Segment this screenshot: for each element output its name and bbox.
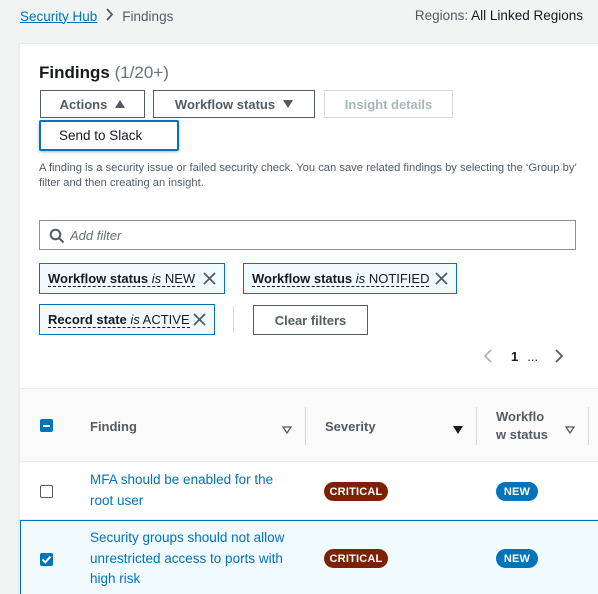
caret-down-icon [283,100,294,108]
filter-search[interactable] [39,220,576,250]
filter-token-text: Workflow status is NEW [48,270,196,287]
sort-icon[interactable] [281,422,293,435]
breadcrumb-current: Findings [122,8,174,24]
regions-value: All Linked Regions [471,8,583,23]
insight-details-button-label: Insight details [344,96,433,112]
regions-label: Regions: [414,8,469,23]
filter-token-text: Workflow status is NOTIFIED [252,270,430,287]
table-header: Finding Severity Workflo w status [20,388,598,462]
caret-up-icon [115,100,126,108]
actions-dropdown-menu: Send to Slack [39,120,179,151]
pagination: 1 ... [482,346,565,366]
filter-token-text: Record state is ACTIVE [48,312,190,328]
workflow-status-button[interactable]: Workflow status [153,90,315,118]
column-separator [476,407,477,445]
clear-filters-button[interactable]: Clear filters [253,305,368,335]
status-badge: NEW [496,549,538,568]
filter-key: Workflow status [48,270,149,286]
actions-button[interactable]: Actions [40,90,145,118]
filter-operator: is [130,311,140,327]
filter-operator: is [355,270,366,286]
finding-link[interactable]: Security groups should not allow unrestr… [90,528,290,590]
search-icon [49,228,65,244]
insight-details-button[interactable]: Insight details [324,90,453,118]
close-icon[interactable] [193,313,206,326]
findings-description: A finding is a security issue or failed … [39,162,577,189]
filter-divider [233,306,234,333]
page-title-text: Findings [39,63,110,82]
close-icon[interactable] [435,272,448,285]
chevron-left-icon[interactable] [482,349,494,363]
top-bar: Security Hub Findings Regions: All Linke… [0,0,598,36]
filter-value: NOTIFIED [368,270,430,286]
page-ellipsis: ... [527,348,539,364]
filter-token-workflow-new: Workflow status is NEW [39,263,225,294]
filter-token-record-active: Record state is ACTIVE [39,304,215,335]
column-separator [588,407,589,445]
findings-table: Finding Severity Workflo w status MFA sh… [20,388,598,594]
column-label: Workflo w status [496,409,549,442]
sort-icon[interactable] [564,422,576,435]
chevron-right-icon[interactable] [553,349,565,363]
table-row[interactable]: MFA should be enabled for the root user … [20,462,598,520]
breadcrumb-security-hub-link[interactable]: Security Hub [20,9,97,24]
actions-button-label: Actions [59,96,108,112]
finding-link[interactable]: MFA should be enabled for the root user [90,470,290,511]
filter-key: Workflow status [252,270,353,286]
sort-icon[interactable] [453,422,463,434]
close-icon[interactable] [203,272,216,285]
column-header-finding[interactable]: Finding [90,389,137,463]
filter-value: NEW [164,270,196,286]
row-checkbox[interactable] [40,553,53,566]
row-checkbox[interactable] [40,485,53,498]
select-all-checkbox[interactable] [40,419,53,432]
menu-item-send-to-slack[interactable]: Send to Slack [59,128,142,143]
page-title: Findings (1/20+) [39,63,169,83]
findings-panel: Findings (1/20+) Actions Workflow status… [19,43,598,594]
clear-filters-label: Clear filters [274,312,347,328]
filter-token-workflow-notified: Workflow status is NOTIFIED [243,263,457,294]
filter-value: ACTIVE [142,311,190,327]
breadcrumb: Security Hub Findings [20,8,173,24]
filter-operator: is [151,270,162,286]
column-separator [305,407,306,445]
column-header-severity[interactable]: Severity [325,389,376,463]
column-header-workflow-status[interactable]: Workflo w status [496,389,554,463]
regions-indicator: Regions: All Linked Regions [415,8,583,23]
page-number[interactable]: 1 [511,349,518,364]
search-input[interactable] [70,221,570,249]
filter-key: Record state [48,311,127,327]
workflow-status-button-label: Workflow status [174,96,276,112]
findings-count: (1/20+) [114,63,169,82]
severity-badge: CRITICAL [324,549,388,568]
column-label: Finding [90,418,137,434]
severity-badge: CRITICAL [324,482,388,501]
chevron-right-icon [105,8,114,24]
column-label: Severity [325,418,376,434]
table-row[interactable]: Security groups should not allow unrestr… [20,520,598,594]
status-badge: NEW [496,482,538,501]
